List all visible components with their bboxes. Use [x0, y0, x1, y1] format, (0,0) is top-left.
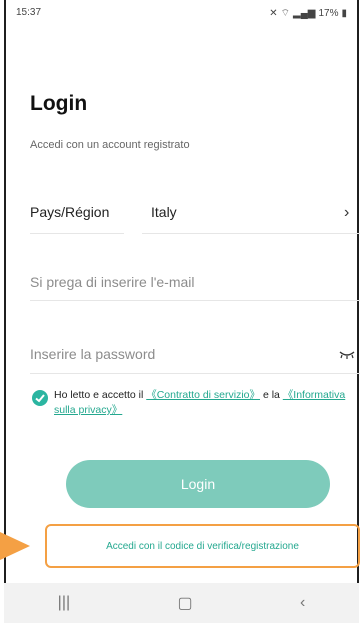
country-label: Pays/Région [30, 204, 110, 220]
back-icon[interactable]: ‹ [300, 594, 305, 612]
status-time: 15:37 [16, 7, 42, 18]
consent-text-before: Ho letto e accetto il [54, 389, 144, 401]
divider [30, 373, 360, 374]
battery-percent: 17% [318, 8, 339, 19]
country-selector[interactable]: Italy [151, 204, 177, 220]
password-field[interactable]: Inserire la password [30, 346, 155, 362]
status-icons: ✕ ⌔ ▂▄▆ 17% ▮ [269, 7, 347, 20]
page-title: Login [30, 92, 88, 115]
battery-icon: ▮ [341, 8, 347, 19]
checkmark-icon [35, 394, 45, 403]
phone-screen: 15:37 ✕ ⌔ ▂▄▆ 17% ▮ Login Accedi con un … [4, 0, 360, 623]
contract-link[interactable]: 《Contratto di servizio》 [146, 389, 260, 401]
eye-closed-icon[interactable] [338, 347, 356, 361]
page-subtitle: Accedi con un account registrato [30, 139, 190, 151]
mute-icon: ✕ [269, 8, 278, 19]
signal-icon: ▂▄▆ [293, 8, 316, 19]
system-nav-bar: ||| ▢ ‹ [4, 583, 359, 623]
consent-text: Ho letto e accetto il 《Contratto di serv… [54, 388, 350, 418]
divider [30, 300, 360, 301]
home-icon[interactable]: ▢ [178, 593, 193, 613]
chevron-right-icon[interactable]: › [344, 204, 349, 222]
code-login-link[interactable]: Accedi con il codice di verifica/registr… [45, 524, 360, 568]
consent-checkbox[interactable] [32, 390, 48, 406]
wifi-icon: ⌔ [280, 8, 290, 19]
divider [30, 233, 124, 234]
status-bar: 15:37 ✕ ⌔ ▂▄▆ 17% ▮ [6, 0, 357, 26]
email-field[interactable]: Si prega di inserire l'e-mail [30, 274, 195, 290]
highlight-arrow-icon [0, 532, 30, 560]
consent-text-middle: e la [262, 389, 280, 401]
divider [142, 233, 360, 234]
login-button[interactable]: Login [66, 460, 330, 508]
recent-apps-icon[interactable]: ||| [58, 594, 70, 612]
